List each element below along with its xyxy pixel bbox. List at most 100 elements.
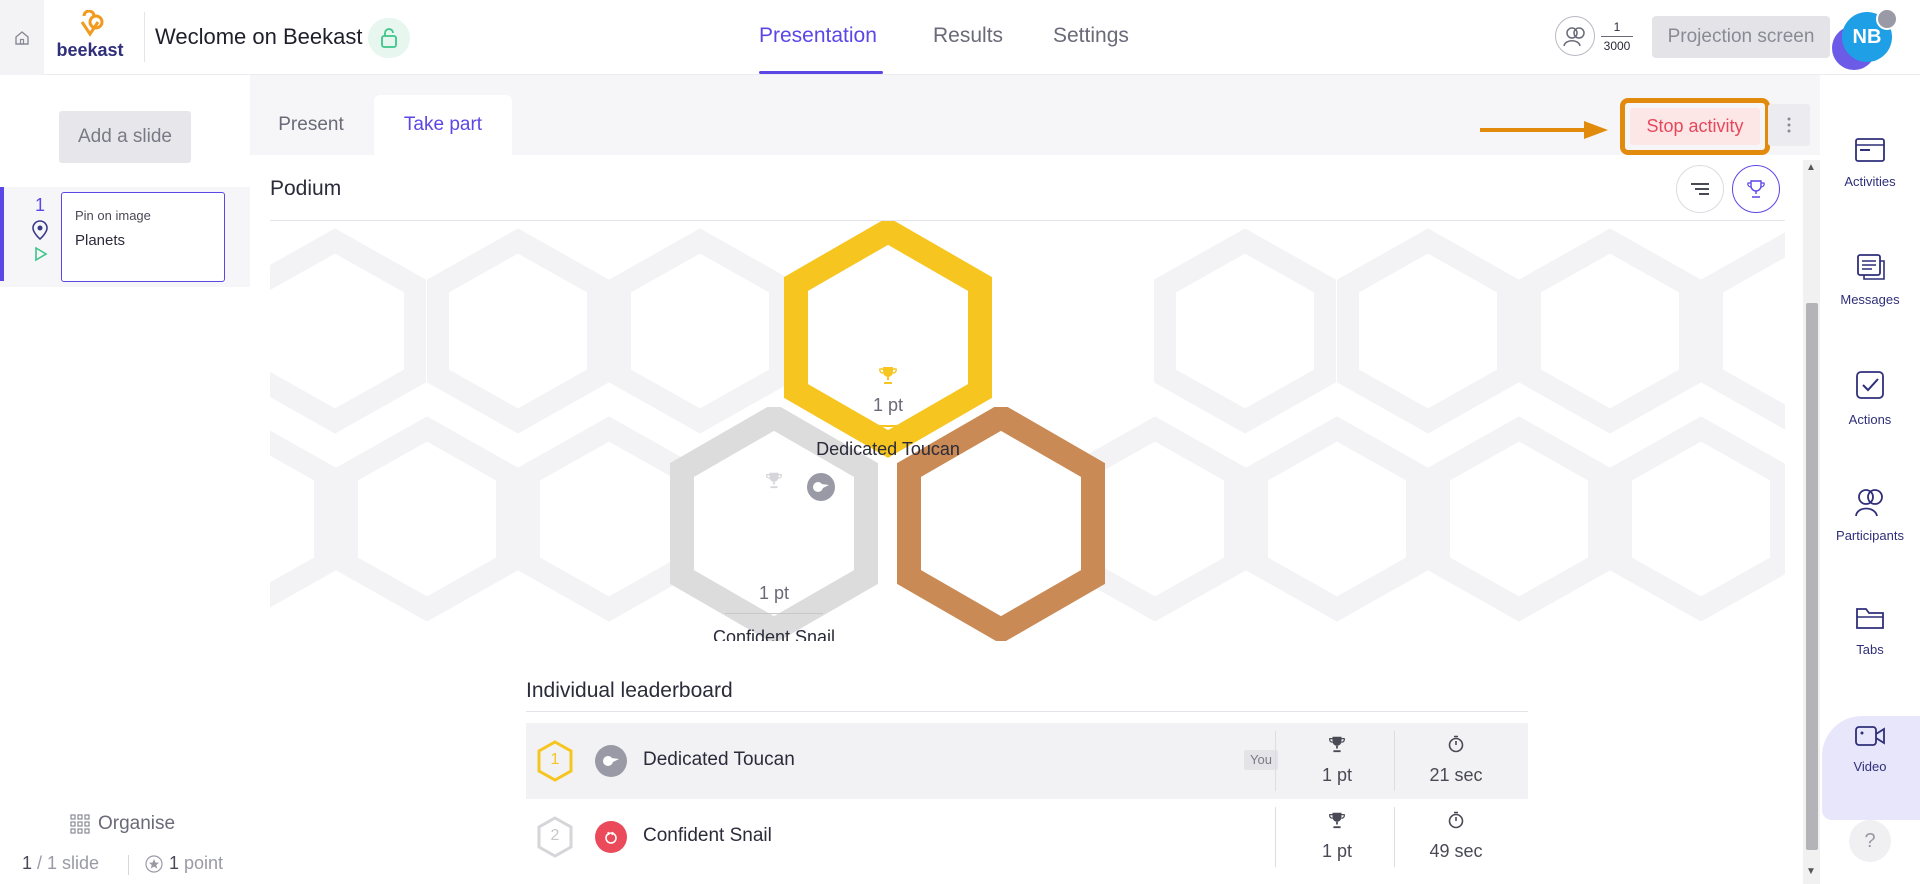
arrow-icon xyxy=(1480,121,1608,139)
video-icon xyxy=(1855,726,1885,746)
projection-screen-button[interactable]: Projection screen xyxy=(1652,16,1830,58)
sidebar-item-activities[interactable]: Activities xyxy=(1820,137,1920,189)
stopwatch-icon xyxy=(1448,735,1464,753)
subtab-bar: Present Take part Stop activity xyxy=(250,95,1820,155)
sidebar-item-actions[interactable]: Actions xyxy=(1820,369,1920,427)
list-view-button[interactable] xyxy=(1676,165,1724,213)
participants-max: 3000 xyxy=(1603,39,1631,53)
participants-count: 1 xyxy=(1613,20,1621,34)
slide-name: Planets xyxy=(75,232,126,249)
toucan-avatar xyxy=(805,471,837,503)
slide-count-current: 1 xyxy=(22,853,33,873)
participants-counter[interactable]: 1 3000 xyxy=(1555,16,1635,58)
app-root: beekast Weclome on Beekast Presentation … xyxy=(0,0,1920,884)
home-icon xyxy=(15,30,29,45)
active-tab-indicator xyxy=(759,71,883,74)
column-divider xyxy=(1394,731,1395,791)
messages-icon xyxy=(1857,254,1885,280)
first-place-name: Dedicated Toucan xyxy=(816,439,960,459)
header-divider xyxy=(144,12,145,62)
main-panel: Present Take part Stop activity Podium 1… xyxy=(250,95,1820,884)
participant-time: 49 sec xyxy=(1429,841,1483,861)
second-place-divider xyxy=(725,613,823,614)
sidebar-item-label: Tabs xyxy=(1856,642,1884,657)
actions-icon xyxy=(1856,371,1884,399)
participant-name: Confident Snail xyxy=(643,825,772,846)
rank-number: 1 xyxy=(550,751,560,768)
lock-button[interactable] xyxy=(368,18,410,58)
podium-title: Podium xyxy=(270,177,342,200)
top-bar: beekast Weclome on Beekast Presentation … xyxy=(0,0,1920,75)
column-divider xyxy=(1275,807,1276,867)
trophy-icon xyxy=(1329,812,1345,829)
sidebar-item-label: Actions xyxy=(1848,412,1892,427)
sidebar-item-participants[interactable]: Participants xyxy=(1820,487,1920,543)
table-row[interactable]: 1 Dedicated Toucan You 1 pt 21 sec xyxy=(526,723,1528,799)
stopwatch-icon xyxy=(1448,811,1464,829)
tab-settings[interactable]: Settings xyxy=(1053,24,1129,48)
scroll-down-arrow-icon[interactable]: ▼ xyxy=(1806,866,1816,877)
time-column-icon xyxy=(1401,735,1511,758)
stop-activity-highlight: Stop activity xyxy=(1620,98,1770,155)
slide-count-text: / 1 slide xyxy=(32,853,100,873)
points-column-icon xyxy=(1282,735,1392,758)
scroll-up-arrow-icon[interactable]: ▲ xyxy=(1806,162,1816,173)
slide-number: 1 xyxy=(35,195,46,215)
sidebar-item-messages[interactable]: Messages xyxy=(1820,253,1920,307)
stop-activity-button[interactable]: Stop activity xyxy=(1630,108,1760,145)
subtab-present[interactable]: Present xyxy=(250,95,372,155)
participants-icon xyxy=(1563,27,1585,47)
tab-presentation[interactable]: Presentation xyxy=(759,24,877,48)
podium-view-button[interactable] xyxy=(1732,165,1780,213)
grid-icon xyxy=(70,814,90,834)
leaderboard-divider xyxy=(526,711,1528,712)
play-icon[interactable] xyxy=(31,245,49,263)
sidebar-item-tabs[interactable]: Tabs xyxy=(1820,605,1920,657)
scrollbar-thumb[interactable] xyxy=(1806,303,1818,850)
participants-icon xyxy=(1855,489,1883,517)
rank-number: 2 xyxy=(550,827,560,844)
slides-panel: Add a slide 1 Pin on image Planets Organ… xyxy=(0,75,250,884)
points-value: 1 xyxy=(169,853,180,873)
star-circle-icon xyxy=(145,854,163,873)
home-button[interactable] xyxy=(0,0,44,75)
you-badge: You xyxy=(1244,750,1278,770)
help-button[interactable]: ? xyxy=(1849,820,1891,862)
more-options-button[interactable] xyxy=(1768,104,1810,146)
slide-thumbnail[interactable]: Pin on image Planets xyxy=(61,192,225,282)
subtab-take-part[interactable]: Take part xyxy=(374,95,512,155)
slide-count: 1 / 1 slide xyxy=(22,853,99,874)
sidebar-item-video[interactable]: Video xyxy=(1820,724,1920,774)
pin-icon xyxy=(32,220,48,241)
time-column-icon xyxy=(1401,811,1511,834)
points-column-icon xyxy=(1282,811,1392,834)
tab-results[interactable]: Results xyxy=(933,24,1003,48)
unlock-icon xyxy=(381,28,397,48)
logo-text: beekast xyxy=(56,40,124,60)
slide-active-marker xyxy=(0,187,4,281)
column-divider xyxy=(1394,807,1395,867)
second-place-name: Confident Snail xyxy=(712,627,836,641)
beekast-logo[interactable]: beekast xyxy=(50,10,130,65)
column-divider xyxy=(1275,731,1276,791)
avatar-badge-icon xyxy=(1876,8,1898,30)
second-place-points: 1 pt xyxy=(758,583,790,603)
participants-fraction-line xyxy=(1601,36,1633,37)
snail-icon xyxy=(605,831,617,844)
organise-button[interactable]: Organise xyxy=(70,813,175,835)
activities-icon xyxy=(1855,138,1885,162)
gold-trophy-icon xyxy=(879,367,897,384)
organise-label: Organise xyxy=(98,813,176,834)
sidebar-item-label: Messages xyxy=(1840,292,1900,307)
points-text: point xyxy=(179,853,224,873)
leaderboard-title: Individual leaderboard xyxy=(526,679,733,702)
participant-points: 1 pt xyxy=(1321,765,1353,785)
points-summary: 1 point xyxy=(145,853,223,874)
table-row[interactable]: 2 Confident Snail 1 pt 49 sec xyxy=(526,799,1528,875)
add-slide-button[interactable]: Add a slide xyxy=(59,111,191,163)
presentation-title[interactable]: Weclome on Beekast xyxy=(155,24,362,50)
participant-avatar xyxy=(595,821,627,853)
trophy-icon xyxy=(1329,736,1345,753)
participants-counter-icon-wrap xyxy=(1555,16,1595,56)
trophy-icon xyxy=(1747,180,1765,198)
